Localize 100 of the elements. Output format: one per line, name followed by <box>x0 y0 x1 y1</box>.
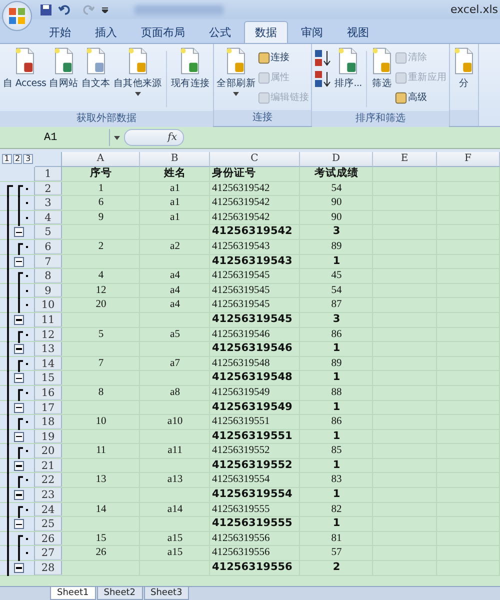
row-header[interactable]: 21 <box>35 458 62 472</box>
ribbon-button[interactable]: 自网站 <box>48 47 80 90</box>
ribbon-button[interactable]: 排序... <box>333 47 363 90</box>
row-header[interactable]: 13 <box>35 342 62 356</box>
table-cell-text: a5 <box>169 328 181 342</box>
ribbon-small-button[interactable]: 连接 <box>258 49 310 66</box>
row-header[interactable]: 24 <box>35 502 62 516</box>
customize-caret-icon[interactable] <box>102 6 108 12</box>
ribbon-button[interactable]: 分 <box>452 47 476 90</box>
table-cell-text: 90 <box>330 210 343 224</box>
row-header[interactable]: 8 <box>35 269 62 283</box>
table-cell-text: 41256319549 <box>211 400 294 414</box>
row-header[interactable]: 18 <box>35 415 62 429</box>
table-cell-text: 1 <box>332 254 342 268</box>
row-header[interactable]: 7 <box>35 254 62 268</box>
ribbon-button[interactable]: 自其他来源 <box>112 47 163 96</box>
column-header[interactable]: B <box>140 152 210 167</box>
sheet-tab[interactable]: Sheet1 <box>50 587 96 600</box>
table-cell-text: 4 <box>97 269 105 283</box>
collapse-button[interactable] <box>14 227 24 238</box>
table-cell-text: 20 <box>94 298 108 312</box>
ribbon-tab[interactable]: 公式 <box>198 21 242 43</box>
row-header[interactable]: 12 <box>35 328 62 342</box>
collapse-button[interactable] <box>14 402 24 412</box>
table-cell-text: 82 <box>330 502 343 516</box>
sheet-tab[interactable]: Sheet3 <box>144 587 190 600</box>
table-cell-text: 9 <box>97 210 105 224</box>
table-cell-text: 41256319545 <box>211 298 271 312</box>
ribbon-tab[interactable]: 审阅 <box>290 21 334 43</box>
ribbon-button[interactable]: 自文本 <box>80 47 112 90</box>
row-header[interactable]: 6 <box>35 240 62 254</box>
row-header[interactable]: 2 <box>35 182 62 196</box>
table-cell-text: a15 <box>166 546 184 560</box>
row-header[interactable]: 28 <box>35 561 62 575</box>
column-header[interactable]: D <box>300 152 373 167</box>
row-header[interactable]: 20 <box>35 444 62 458</box>
table-cell-text: 41256319542 <box>211 182 271 196</box>
ribbon-button[interactable]: 全部刷新 <box>216 47 257 96</box>
ribbon-tab[interactable]: 视图 <box>336 21 380 43</box>
row-header[interactable]: 22 <box>35 473 62 488</box>
row-header[interactable]: 10 <box>35 298 62 312</box>
row-header[interactable]: 27 <box>35 546 62 560</box>
office-logo-icon <box>8 7 26 25</box>
caret-icon <box>114 136 120 140</box>
collapse-button[interactable] <box>14 519 24 530</box>
column-header[interactable]: E <box>373 152 437 167</box>
ribbon-small-button[interactable]: 高级 <box>394 89 447 106</box>
table-cell-text: 41256319546 <box>211 328 271 342</box>
table-cell-text: 54 <box>330 284 343 298</box>
ribbon-button[interactable]: 筛选 <box>370 47 394 90</box>
table-cell-text: 87 <box>330 298 343 312</box>
column-header[interactable]: C <box>210 152 300 167</box>
ribbon-button[interactable]: 自 Access <box>2 47 48 90</box>
sort-ascending-icon[interactable] <box>314 49 332 67</box>
column-header[interactable]: A <box>62 152 140 167</box>
row-header[interactable]: 25 <box>35 517 62 531</box>
outline-level-button[interactable]: 2 <box>12 154 22 164</box>
table-cell-text: 7 <box>97 356 105 370</box>
collapse-button[interactable] <box>14 373 24 384</box>
table-cell-text: 89 <box>330 356 343 370</box>
save-icon[interactable] <box>40 4 52 16</box>
row-header[interactable]: 1 <box>35 167 62 181</box>
ribbon-tab[interactable]: 开始 <box>38 21 82 43</box>
ribbon-tab[interactable]: 插入 <box>84 21 128 43</box>
sort-descending-icon[interactable] <box>314 70 332 88</box>
row-header[interactable]: 15 <box>35 371 62 385</box>
row-header[interactable]: 17 <box>35 400 62 414</box>
ribbon-tab[interactable]: 页面布局 <box>130 21 196 43</box>
table-cell-text: 3 <box>332 312 342 327</box>
row-header[interactable]: 4 <box>35 210 62 224</box>
collapse-button[interactable] <box>14 490 24 500</box>
table-cell-text: 41256319545 <box>211 269 271 283</box>
row-header[interactable]: 14 <box>35 356 62 370</box>
column-header[interactable]: F <box>437 152 500 167</box>
insert-function-button[interactable]: fx <box>124 129 184 146</box>
table-cell-text: 2 <box>332 561 342 575</box>
row-header[interactable]: 11 <box>35 312 62 327</box>
collapse-button[interactable] <box>14 344 24 354</box>
row-header[interactable]: 26 <box>35 532 62 546</box>
ribbon-button[interactable]: 现有连接 <box>170 47 211 90</box>
document-icon <box>452 47 475 75</box>
ribbon-tab[interactable]: 数据 <box>244 21 288 43</box>
outline-level-button[interactable]: 3 <box>23 154 34 164</box>
group-label-bar <box>450 110 478 126</box>
row-header[interactable]: 9 <box>35 284 62 298</box>
table-cell-text: 85 <box>330 444 343 458</box>
collapse-button[interactable] <box>14 563 24 574</box>
table-cell-text: 1 <box>97 182 105 196</box>
collapse-button[interactable] <box>14 432 24 442</box>
row-header[interactable]: 16 <box>35 386 62 400</box>
collapse-button[interactable] <box>14 460 24 471</box>
row-header[interactable]: 3 <box>35 196 62 210</box>
row-header[interactable]: 19 <box>35 430 62 444</box>
office-button[interactable] <box>2 1 32 31</box>
row-header[interactable]: 23 <box>35 488 62 502</box>
collapse-button[interactable] <box>14 314 24 325</box>
row-header[interactable]: 5 <box>35 225 62 239</box>
sheet-tab[interactable]: Sheet2 <box>96 587 142 600</box>
collapse-button[interactable] <box>14 256 24 267</box>
outline-level-button[interactable]: 1 <box>2 154 12 164</box>
